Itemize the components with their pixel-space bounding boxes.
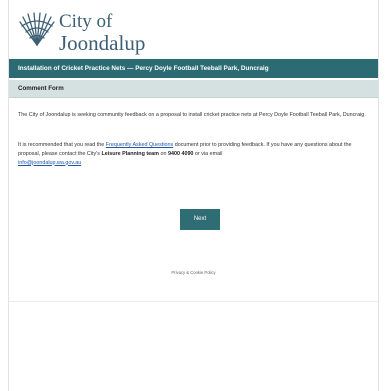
intro-paragraph: The City of Joondalup is seeking communi… — [18, 112, 366, 118]
contact-text-c: on — [158, 150, 168, 157]
next-button[interactable]: Next — [180, 209, 220, 230]
contact-text-d: or via email — [193, 150, 223, 157]
footer-divider — [9, 301, 378, 302]
email-link[interactable]: info@joondalup.wa.gov.au — [18, 160, 81, 166]
city-logo[interactable]: City of Joondalup — [8, 8, 208, 56]
logo-text-line1: City of — [59, 11, 113, 32]
team-name: Leisure Planning team — [101, 150, 159, 157]
section-heading: Comment Form — [9, 80, 378, 98]
logo-text-line2: Joondalup — [59, 31, 146, 55]
leaf-fan-icon — [18, 12, 56, 53]
contact-paragraph: It is recommended that you read the Freq… — [18, 141, 366, 167]
section-title: Comment Form — [18, 85, 64, 92]
form-title-bar: Installation of Cricket Practice Nets — … — [9, 59, 378, 78]
faq-link[interactable]: Frequently Asked Questions — [106, 142, 173, 148]
privacy-policy-link[interactable]: Privacy & Cookie Policy — [0, 270, 387, 275]
contact-text-a: It is recommended that you read the — [18, 142, 106, 148]
phone-number: 9400 4090 — [167, 150, 194, 157]
